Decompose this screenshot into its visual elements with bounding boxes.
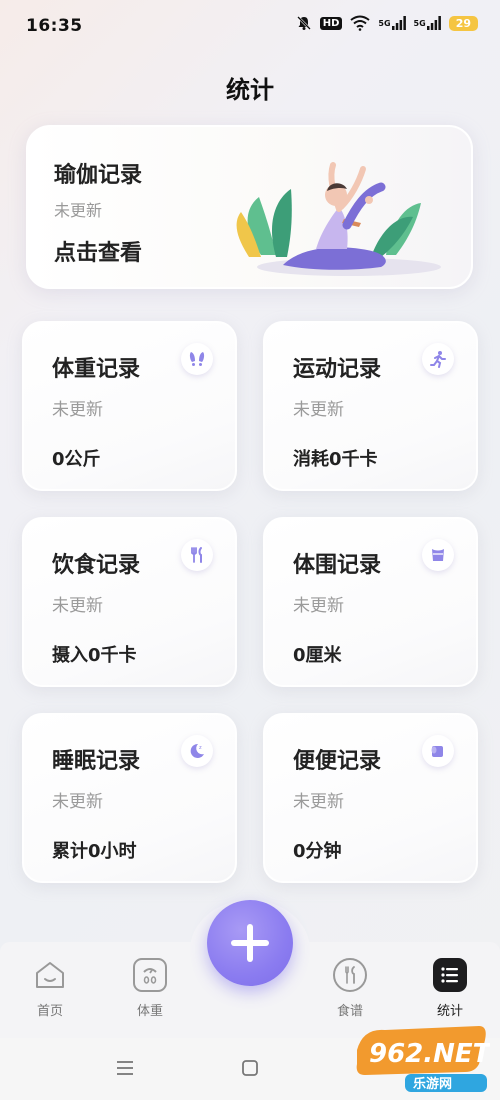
card-value: 消耗0千卡 [293,449,378,470]
nav-label-weight: 体重 [136,1004,163,1019]
stats-icon [433,958,467,992]
card-value: 累计0小时 [52,841,137,862]
plus-icon [231,924,269,962]
card-status: 未更新 [52,596,103,616]
toilet-paper-icon [422,735,454,767]
nav-item-recipe[interactable]: 食谱 [315,958,385,1019]
nav-label-stats: 统计 [436,1004,463,1019]
card-value: 摄入0千卡 [52,645,137,666]
card-value: 0公斤 [52,449,101,470]
weight-record-card[interactable]: 体重记录 未更新 0公斤 [22,321,237,491]
battery-indicator: 29 [448,15,478,31]
exercise-record-card[interactable]: 运动记录 未更新 消耗0千卡 [263,321,478,491]
home-square-icon[interactable] [240,1058,260,1082]
card-title: 运动记录 [293,357,382,382]
yoga-view-link[interactable]: 点击查看 [54,235,142,267]
card-title: 便便记录 [293,749,382,774]
diet-record-card[interactable]: 饮食记录 未更新 摄入0千卡 [22,517,237,687]
card-value: 0分钟 [293,841,342,862]
svg-text:962.NET: 962.NET [369,1039,490,1069]
card-status: 未更新 [52,792,103,812]
watermark-logo: 962.NET 乐游网 [356,1026,490,1092]
card-status: 未更新 [293,400,344,420]
footprints-icon [181,343,213,375]
yoga-card-status: 未更新 [54,201,103,220]
running-icon [422,343,454,375]
scale-icon [133,958,167,992]
card-title: 体围记录 [293,553,382,578]
wifi-icon [350,15,371,31]
home-icon [33,958,67,992]
card-title: 饮食记录 [52,553,141,578]
nav-item-weight[interactable]: 体重 [115,958,185,1019]
status-time: 16:35 [26,16,83,36]
sleep-record-card[interactable]: 睡眠记录 未更新 累计0小时 z [22,713,237,883]
mute-bell-icon [296,15,312,31]
utensils-icon [181,539,213,571]
bowel-record-card[interactable]: 便便记录 未更新 0分钟 [263,713,478,883]
body-measure-record-card[interactable]: 体围记录 未更新 0厘米 [263,517,478,687]
card-status: 未更新 [52,400,103,420]
nav-item-home[interactable]: 首页 [15,958,85,1019]
signal-icon-1: 5G [378,16,406,30]
add-record-button[interactable] [207,900,293,986]
recipe-icon [333,958,367,992]
status-bar: 16:35 HD 5G 5G 29 [0,0,500,56]
hd-badge: HD [319,16,343,30]
body-measure-icon [422,539,454,571]
menu-icon[interactable] [115,1058,135,1082]
nav-item-stats[interactable]: 统计 [415,958,485,1019]
card-value: 0厘米 [293,645,342,666]
status-icons: HD 5G 5G 29 [296,15,478,31]
yoga-card-title: 瑜伽记录 [54,163,143,188]
page-title: 统计 [226,76,274,104]
yoga-illustration [236,162,441,276]
svg-text:z: z [199,745,202,751]
card-status: 未更新 [293,596,344,616]
nav-label-recipe: 食谱 [336,1004,363,1019]
signal-icon-2: 5G [414,16,441,30]
card-status: 未更新 [293,792,344,812]
card-title: 体重记录 [52,357,141,382]
nav-label-home: 首页 [36,1004,63,1019]
moon-icon: z [181,735,213,767]
svg-text:乐游网: 乐游网 [413,1076,452,1092]
yoga-record-card[interactable]: 瑜伽记录 未更新 点击查看 [26,125,473,289]
card-title: 睡眠记录 [52,749,141,774]
